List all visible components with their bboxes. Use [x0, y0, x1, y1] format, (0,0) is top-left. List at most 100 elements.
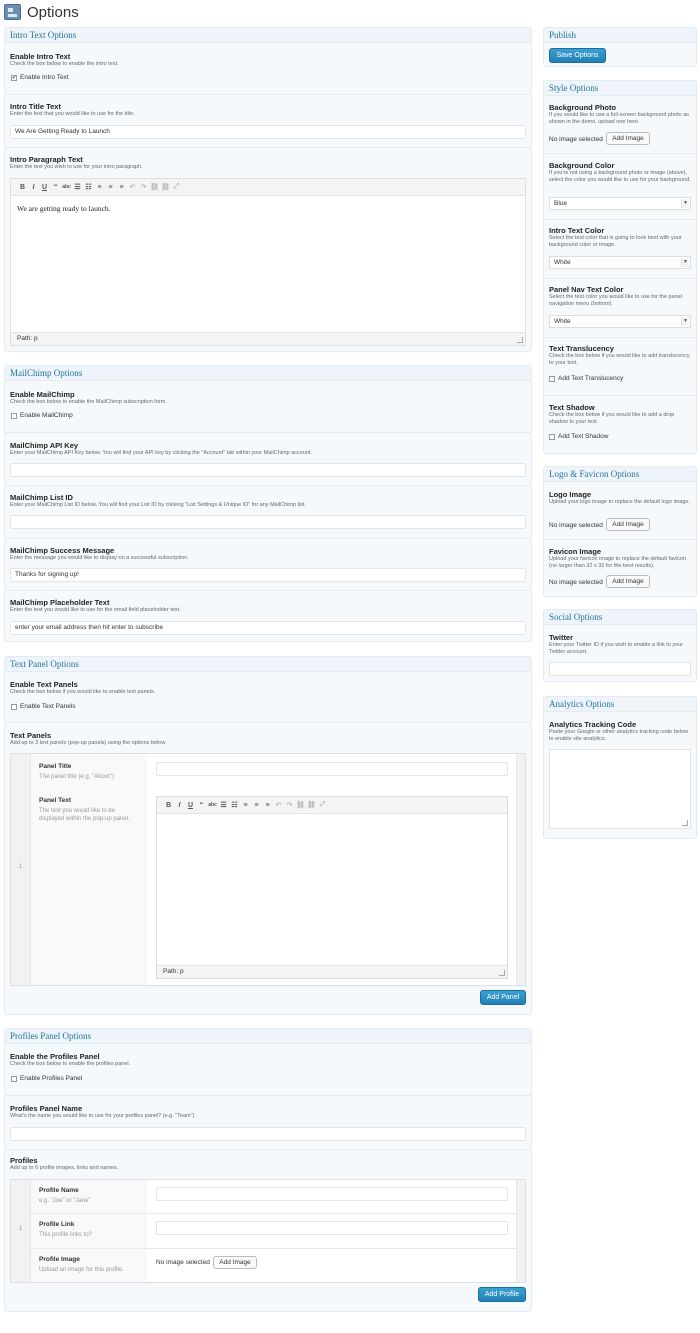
intro-paragraph-editor[interactable]: B I U “abc ☰ ☷ ≡ ≡ ≡ ↶ ↷ ⛓ ⛓ ⤢ We are getting ready t… — [10, 178, 526, 346]
numbered-list-icon[interactable]: ☷ — [83, 183, 94, 191]
undo-icon[interactable]: ↶ — [127, 183, 138, 191]
profile-add-image-button[interactable]: Add Image — [213, 1256, 257, 1269]
row-handle[interactable] — [516, 754, 525, 985]
add-profile-button[interactable]: Add Profile — [478, 1287, 526, 1302]
divider — [147, 1248, 516, 1249]
divider — [31, 1248, 147, 1249]
unlink-icon[interactable]: ⛓ — [160, 183, 171, 191]
mailchimp-options-panel: MailChimp Options Enable MailChimp Check… — [4, 365, 532, 642]
field-label: Panel Nav Text Color — [549, 285, 624, 294]
link-icon[interactable]: ⛓ — [295, 801, 306, 809]
blockquote-icon[interactable]: “ — [50, 184, 61, 191]
mailchimp-placeholder-field: MailChimp Placeholder Text Enter the tex… — [10, 598, 526, 614]
profile-link-input[interactable] — [156, 1221, 508, 1235]
enable-profiles-field: Enable the Profiles Panel Check the box … — [10, 1052, 526, 1068]
align-left-icon[interactable]: ≡ — [240, 802, 251, 809]
fullscreen-icon[interactable]: ⤢ — [317, 801, 328, 809]
editor-toolbar: B I U “abc ☰ ☷ ≡ ≡ ≡ ↶ ↷ ⛓ ⛓ ⤢ — [157, 797, 507, 814]
background-color-select[interactable]: Blue ▼ — [549, 197, 691, 210]
panel-title-input[interactable] — [156, 762, 508, 776]
fullscreen-icon[interactable]: ⤢ — [171, 183, 182, 191]
row-number-label: 1 — [18, 864, 23, 870]
numbered-list-icon[interactable]: ☷ — [229, 801, 240, 809]
background-photo-add-image-button[interactable]: Add Image — [606, 132, 650, 145]
logo-image-field: Logo Image Upload your logo image to rep… — [549, 490, 691, 506]
row-number-label: 1 — [18, 1226, 23, 1232]
bold-icon[interactable]: B — [163, 802, 174, 809]
checkbox-icon — [11, 1075, 17, 1082]
underline-icon[interactable]: U — [185, 802, 196, 809]
undo-icon[interactable]: ↶ — [273, 801, 284, 809]
save-options-button[interactable]: Save Options — [549, 48, 606, 63]
resize-handle-icon[interactable] — [517, 337, 523, 343]
resize-handle-icon[interactable] — [682, 820, 688, 826]
enable-intro-checkbox[interactable]: ✔ Enable Intro Text — [11, 74, 69, 81]
field-label: Intro Paragraph Text — [10, 155, 83, 164]
field-label: MailChimp Success Message — [10, 546, 115, 555]
profiles-panel-options-panel: Profiles Panel Options Enable the Profil… — [4, 1028, 532, 1312]
blockquote-icon[interactable]: “ — [196, 802, 207, 809]
panel-nav-text-color-select[interactable]: White ▼ — [549, 315, 691, 328]
panel-heading: Logo & Favicon Options — [544, 467, 696, 482]
twitter-input[interactable] — [549, 662, 691, 676]
panel-heading: Social Options — [544, 610, 696, 625]
underline-icon[interactable]: U — [39, 184, 50, 191]
style-options-panel: Style Options Background Photo If you wo… — [543, 80, 697, 454]
align-right-icon[interactable]: ≡ — [116, 184, 127, 191]
align-center-icon[interactable]: ≡ — [105, 184, 116, 191]
field-description: Enter your MailChimp API Key below. You … — [10, 450, 312, 456]
redo-icon[interactable]: ↷ — [138, 183, 149, 191]
editor-content[interactable]: We are getting ready to launch. — [17, 204, 111, 213]
enable-mailchimp-checkbox[interactable]: Enable MailChimp — [11, 412, 73, 419]
align-right-icon[interactable]: ≡ — [262, 802, 273, 809]
profiles-name-input[interactable] — [10, 1127, 526, 1141]
analytics-code-textarea[interactable] — [549, 749, 691, 829]
redo-icon[interactable]: ↷ — [284, 801, 295, 809]
checkbox-icon — [11, 412, 17, 419]
mailchimp-list-input[interactable] — [10, 515, 526, 529]
bullet-list-icon[interactable]: ☰ — [218, 801, 229, 809]
strikethrough-icon[interactable]: abc — [61, 184, 72, 190]
chevron-down-icon: ▼ — [681, 258, 689, 267]
mailchimp-api-input[interactable] — [10, 463, 526, 477]
panel-heading: Text Panel Options — [5, 657, 531, 672]
bold-icon[interactable]: B — [17, 184, 28, 191]
link-icon[interactable]: ⛓ — [149, 183, 160, 191]
enable-text-panels-checkbox[interactable]: Enable Text Panels — [11, 703, 76, 710]
row-handle[interactable] — [516, 1180, 525, 1282]
panel-text-editor[interactable]: B I U “abc ☰ ☷ ≡ ≡ ≡ ↶ ↷ ⛓ ⛓ ⤢ Path: p — [156, 796, 508, 979]
intro-title-input[interactable]: We Are Getting Ready to Launch — [10, 125, 526, 139]
field-description: Select the text color that is going to l… — [549, 235, 682, 248]
field-label: Enable the Profiles Panel — [10, 1052, 100, 1061]
italic-icon[interactable]: I — [28, 184, 39, 191]
enable-intro-field: Enable Intro Text Check the box below to… — [10, 52, 526, 68]
row-values: No image selected Add Image — [147, 1180, 516, 1282]
bullet-list-icon[interactable]: ☰ — [72, 183, 83, 191]
row-number[interactable]: 1 — [11, 754, 31, 985]
enable-profiles-checkbox[interactable]: Enable Profiles Panel — [11, 1075, 82, 1082]
unlink-icon[interactable]: ⛓ — [306, 801, 317, 809]
text-shadow-checkbox[interactable]: Add Text Shadow — [549, 433, 608, 440]
add-panel-button[interactable]: Add Panel — [480, 990, 526, 1005]
social-options-panel: Social Options Twitter Enter your Twitte… — [543, 609, 697, 682]
intro-text-color-select[interactable]: White ▼ — [549, 256, 691, 269]
resize-handle-icon[interactable] — [499, 970, 505, 976]
divider — [544, 539, 696, 540]
mailchimp-api-field: MailChimp API Key Enter your MailChimp A… — [10, 441, 526, 457]
logo-add-image-button[interactable]: Add Image — [606, 518, 650, 531]
field-label: Background Photo — [549, 103, 617, 112]
row-number[interactable]: 1 — [11, 1180, 31, 1282]
profile-image-label: Profile Image — [39, 1256, 80, 1263]
mailchimp-placeholder-input[interactable]: enter your email address then hit enter … — [10, 621, 526, 635]
mailchimp-success-input[interactable]: Thanks for signing up! — [10, 568, 526, 582]
align-center-icon[interactable]: ≡ — [251, 802, 262, 809]
align-left-icon[interactable]: ≡ — [94, 184, 105, 191]
field-label: MailChimp API Key — [10, 441, 79, 450]
text-translucency-checkbox[interactable]: Add Text Translucency — [549, 375, 623, 382]
row-values: B I U “abc ☰ ☷ ≡ ≡ ≡ ↶ ↷ ⛓ ⛓ ⤢ Path: p — [147, 754, 516, 985]
strikethrough-icon[interactable]: abc — [207, 802, 218, 808]
twitter-field: Twitter Enter your Twitter ID if you wis… — [549, 633, 691, 655]
italic-icon[interactable]: I — [174, 802, 185, 809]
profile-name-input[interactable] — [156, 1187, 508, 1201]
favicon-add-image-button[interactable]: Add Image — [606, 575, 650, 588]
